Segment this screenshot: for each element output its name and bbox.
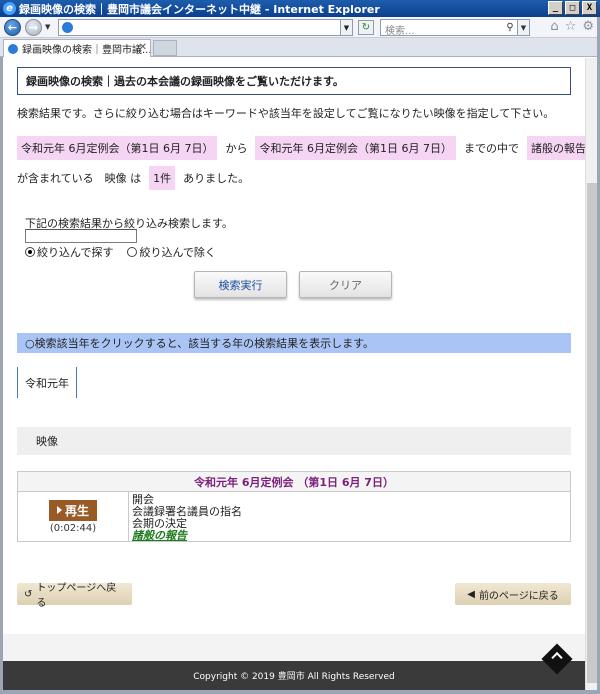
from-word: から — [225, 142, 248, 155]
ie-logo-icon: e — [3, 2, 16, 15]
scrollbar-thumb[interactable] — [587, 183, 597, 683]
play-label: 再生 — [64, 503, 89, 518]
contained-word: が含まれている 映像 は — [17, 172, 142, 185]
search-conditions-row2: が含まれている 映像 は 1件 ありました。 — [17, 166, 249, 190]
play-cell: 再生 (0:02:44) — [18, 492, 129, 541]
history-dropdown-icon[interactable]: ▼ — [45, 23, 50, 31]
address-dropdown-icon[interactable]: ▼ — [340, 20, 352, 35]
favorites-star-icon[interactable]: ☆ — [565, 19, 577, 34]
radio-exclude[interactable]: 絞り込んで除く — [127, 244, 216, 260]
tab-favicon-icon — [8, 43, 18, 54]
window-controls: _ □ X — [548, 1, 597, 15]
prev-page-label: 前のページに戻る — [478, 590, 559, 602]
video-duration: (0:02:44) — [49, 522, 97, 534]
footer-band — [3, 634, 585, 661]
refine-mode-radios: 絞り込んで探す 絞り込んで除く — [25, 244, 216, 260]
result-word: ありました。 — [183, 172, 250, 185]
vertical-scrollbar[interactable] — [585, 58, 597, 690]
address-bar[interactable]: ▼ — [58, 19, 353, 36]
agenda-item-highlight-link[interactable]: 諸般の報告 — [132, 530, 242, 542]
year-tab-reiwa1[interactable]: 令和元年 — [17, 367, 77, 398]
tab-close-icon[interactable]: ✕ — [139, 42, 147, 53]
browser-navbar: ← → ▼ ▼ ↻ 検索... ⚲ ▼ ⌂ ☆ ⚙ — [0, 17, 600, 38]
play-triangle-icon — [56, 506, 62, 514]
browser-tab-active[interactable]: 録画映像の検索｜豊岡市議... ✕ — [3, 39, 151, 57]
minimize-button[interactable]: _ — [548, 1, 563, 15]
keyword-chip: 諸般の報告 — [526, 136, 585, 160]
video-row: 再生 (0:02:44) 開会 会議録署名議員の指名 会期の決定 諸般の報告 — [18, 492, 570, 542]
chevron-up-icon — [551, 651, 563, 664]
back-button[interactable]: ← — [4, 19, 21, 36]
back-to-top-page-label: トップページへ戻る — [36, 583, 117, 609]
radio-exclude-dot[interactable] — [127, 247, 138, 257]
search-icon[interactable]: ⚲ — [503, 20, 517, 35]
refine-keyword-input[interactable] — [25, 229, 137, 243]
settings-gear-icon[interactable]: ⚙ — [582, 19, 594, 34]
window-frame-bottom — [0, 690, 600, 694]
video-section-title: 映像 — [17, 427, 571, 455]
browser-tabbar: 録画映像の検索｜豊岡市議... ✕ — [0, 38, 600, 57]
maximize-button[interactable]: □ — [565, 1, 580, 15]
radio-exclude-label: 絞り込んで除く — [139, 246, 216, 259]
window-title: 録画映像の検索｜豊岡市議会インターネット中継 - Internet Explor… — [19, 2, 380, 16]
radio-include[interactable]: 絞り込んで探す — [25, 244, 113, 260]
search-dropdown-icon[interactable]: ▼ — [517, 20, 529, 35]
close-button[interactable]: X — [582, 1, 597, 15]
search-execute-button[interactable]: 検索実行 — [194, 271, 287, 298]
browser-search-input[interactable]: 検索... ⚲ ▼ — [380, 19, 530, 37]
within-word: までの中で — [463, 142, 519, 155]
browser-tool-icons: ⌂ ☆ ⚙ — [550, 19, 594, 34]
session-title: 令和元年 6月定例会 （第1日 6月 7日） — [18, 472, 570, 492]
clear-button[interactable]: クリア — [299, 271, 392, 298]
left-triangle-icon: ◀ — [467, 588, 475, 600]
from-session-chip: 令和元年 6月定例会（第1日 6月 7日） — [17, 136, 218, 160]
page-viewport: 録画映像の検索｜過去の本会議の録画映像をご覧いただけます。 検索結果です。さらに… — [3, 58, 585, 690]
agenda-items: 開会 会議録署名議員の指名 会期の決定 諸般の報告 — [129, 492, 245, 542]
page-favicon-icon — [62, 22, 73, 33]
page-title: 録画映像の検索｜過去の本会議の録画映像をご覧いただけます。 — [17, 67, 571, 95]
search-conditions-row1: 令和元年 6月定例会（第1日 6月 7日） から 令和元年 6月定例会（第1日 … — [17, 136, 585, 160]
video-table: 令和元年 6月定例会 （第1日 6月 7日） 再生 (0:02:44) 開会 会… — [17, 471, 571, 542]
window-titlebar: e 録画映像の検索｜豊岡市議会インターネット中継 - Internet Expl… — [0, 0, 600, 17]
to-session-chip: 令和元年 6月定例会（第1日 6月 7日） — [255, 136, 456, 160]
play-button[interactable]: 再生 — [49, 499, 97, 521]
home-icon[interactable]: ⌂ — [550, 19, 558, 34]
search-placeholder: 検索... — [385, 26, 415, 37]
radio-include-label: 絞り込んで探す — [37, 246, 114, 259]
return-arrow-icon: ↺ — [24, 588, 33, 600]
new-tab-button[interactable] — [153, 40, 177, 56]
search-result-intro: 検索結果です。さらに絞り込む場合はキーワードや該当年を設定してご覧になりたい映像… — [17, 107, 555, 120]
prev-page-button[interactable]: ◀ 前のページに戻る — [455, 583, 571, 605]
footer-copyright: Copyright © 2019 豊岡市 All Rights Reserved — [3, 661, 585, 690]
back-to-top-page-button[interactable]: ↺ トップページへ戻る — [17, 583, 132, 609]
radio-include-dot[interactable] — [25, 247, 35, 257]
forward-button[interactable]: → — [25, 19, 42, 36]
result-count-chip: 1件 — [149, 166, 176, 190]
tab-title: 録画映像の検索｜豊岡市議... — [22, 45, 151, 56]
refresh-button[interactable]: ↻ — [358, 20, 374, 35]
year-filter-note: ○検索該当年をクリックすると、該当する年の検索結果を表示します。 — [17, 333, 571, 353]
